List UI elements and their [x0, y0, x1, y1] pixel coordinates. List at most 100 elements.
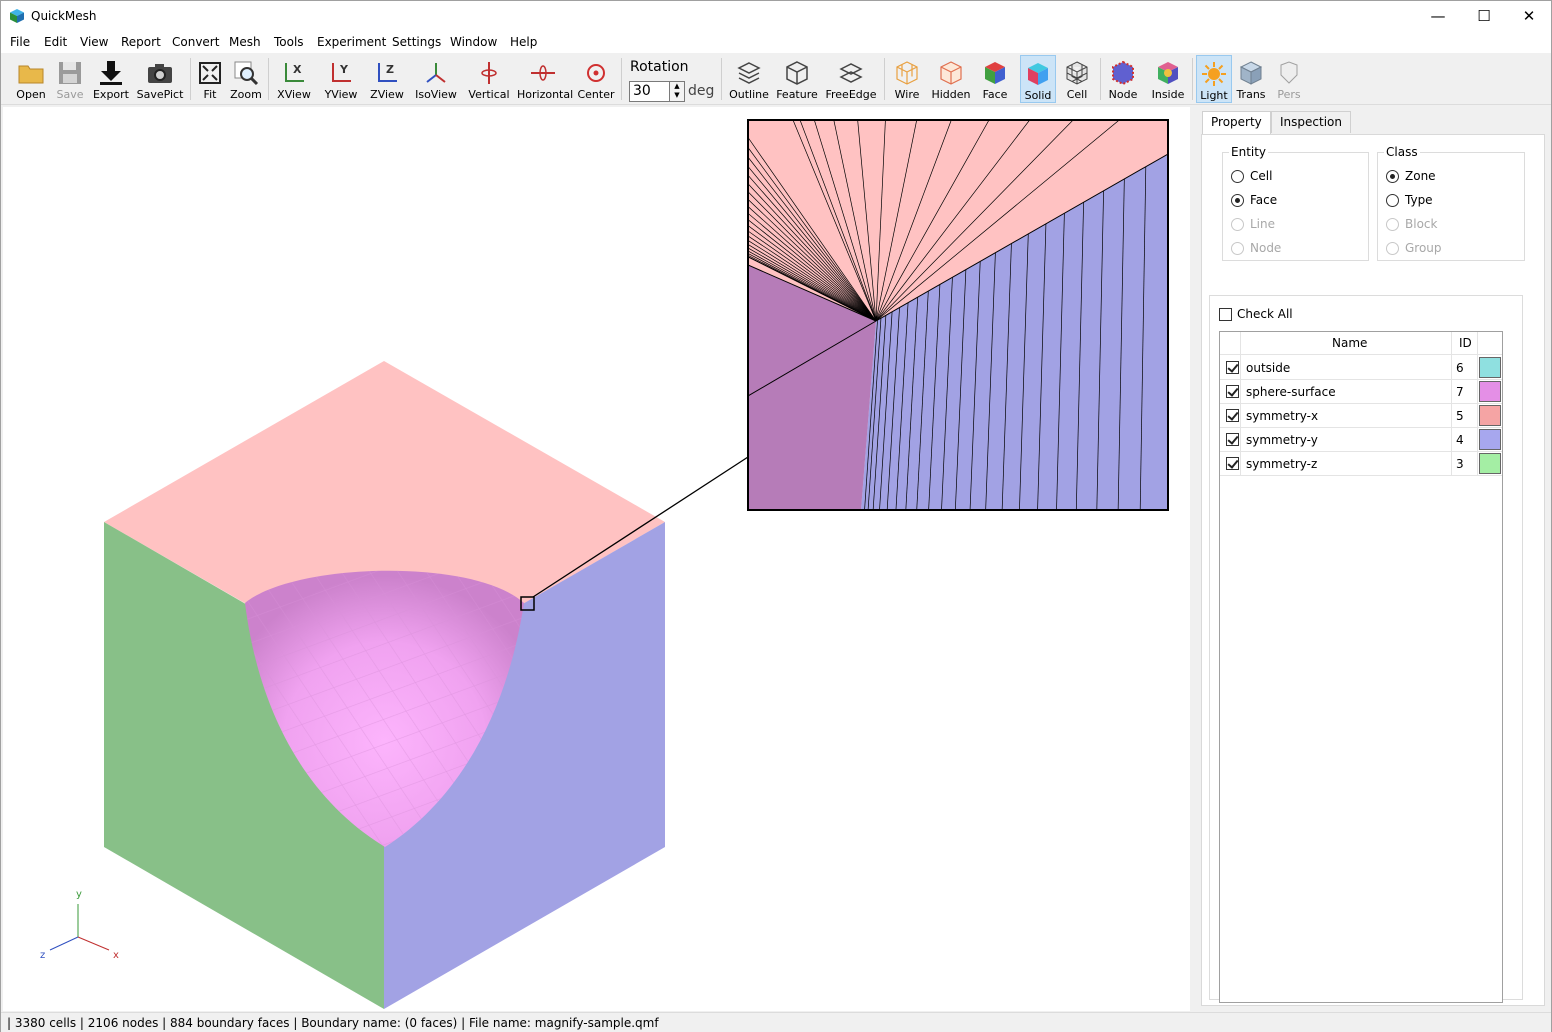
zoom-inset [748, 120, 1168, 510]
horizontal-rotate-button[interactable]: Horizontal [517, 55, 573, 103]
menu-experiment[interactable]: Experiment [317, 35, 386, 49]
entity-group: Entity Cell Face Line Node [1222, 145, 1369, 261]
toolbar: Open Save Export SavePict Fit Zoom X XVi… [1, 53, 1551, 105]
menu-convert[interactable]: Convert [172, 35, 219, 49]
zoom-button[interactable]: Zoom [229, 55, 263, 103]
horizontal-rotation-icon [531, 65, 555, 81]
cell-button[interactable]: Cell [1061, 55, 1093, 103]
fit-expand-icon [199, 62, 221, 84]
zview-button[interactable]: Z ZView [367, 55, 407, 103]
menu-file[interactable]: File [10, 35, 30, 49]
table-row[interactable]: symmetry-z 3 [1220, 452, 1502, 476]
inside-button[interactable]: Inside [1149, 55, 1187, 103]
row-checkbox[interactable] [1226, 385, 1239, 398]
app-window: QuickMesh — ☐ ✕ File Edit View Report Co… [0, 0, 1552, 1032]
face-cube-icon [985, 62, 1005, 84]
savepict-button[interactable]: SavePict [135, 55, 185, 103]
xview-button[interactable]: X XView [275, 55, 313, 103]
vertical-rotation-icon [481, 62, 497, 84]
radio-circle [1386, 194, 1399, 207]
radio-circle [1231, 242, 1244, 255]
target-center-icon [587, 64, 605, 82]
checkbox [1219, 308, 1232, 321]
zone-list-box: Check All Name ID outside 6 sphere-surfa… [1209, 295, 1523, 1003]
menu-edit[interactable]: Edit [44, 35, 67, 49]
outline-button[interactable]: Outline [728, 55, 770, 103]
trans-button[interactable]: Trans [1234, 55, 1268, 103]
table-row[interactable]: outside 6 [1220, 356, 1502, 380]
table-row[interactable]: symmetry-y 4 [1220, 428, 1502, 452]
vertical-rotate-button[interactable]: Vertical [467, 55, 511, 103]
floppy-disk-icon [59, 62, 81, 84]
rotation-label: Rotation [630, 59, 689, 75]
center-button[interactable]: Center [576, 55, 616, 103]
row-checkbox[interactable] [1226, 409, 1239, 422]
radio-circle-selected [1386, 170, 1399, 183]
wire-button[interactable]: Wire [889, 55, 925, 103]
3d-viewport[interactable]: y x z [3, 107, 1190, 1011]
export-button[interactable]: Export [91, 55, 131, 103]
face-button[interactable]: Face [977, 55, 1013, 103]
color-swatch[interactable] [1479, 357, 1501, 378]
color-swatch[interactable] [1479, 429, 1501, 450]
wireframe-cube-icon [896, 61, 918, 85]
menu-mesh[interactable]: Mesh [229, 35, 261, 49]
rotation-spinner[interactable]: ▲ ▼ [669, 81, 685, 102]
row-checkbox[interactable] [1226, 361, 1239, 374]
feature-button[interactable]: Feature [775, 55, 819, 103]
hidden-button[interactable]: Hidden [931, 55, 971, 103]
close-button[interactable]: ✕ [1506, 1, 1552, 31]
node-cube-icon [1112, 60, 1134, 86]
pers-button[interactable]: Pers [1272, 55, 1306, 103]
check-all-checkbox[interactable]: Check All [1219, 307, 1319, 323]
x-axis-label: x [113, 950, 119, 961]
solid-button[interactable]: Solid [1020, 55, 1056, 103]
tab-property[interactable]: Property [1202, 111, 1271, 135]
svg-text:Z: Z [386, 63, 394, 76]
table-row[interactable]: symmetry-x 5 [1220, 404, 1502, 428]
color-swatch[interactable] [1479, 453, 1501, 474]
menu-window[interactable]: Window [450, 35, 497, 49]
mesh-render: y x z [40, 119, 1169, 1009]
isoview-button[interactable]: IsoView [413, 55, 459, 103]
class-group: Class Zone Type Block Group [1377, 145, 1525, 261]
inside-cube-icon [1158, 62, 1178, 84]
color-swatch[interactable] [1479, 405, 1501, 426]
class-group-title: Class [1384, 145, 1420, 159]
row-checkbox[interactable] [1226, 457, 1239, 470]
menu-view[interactable]: View [80, 35, 108, 49]
maximize-button[interactable]: ☐ [1461, 1, 1507, 31]
row-checkbox[interactable] [1226, 433, 1239, 446]
svg-text:Y: Y [339, 63, 349, 76]
column-header-id: ID [1459, 336, 1472, 350]
save-button[interactable]: Save [51, 55, 89, 103]
camera-icon [148, 64, 172, 83]
minimize-button[interactable]: — [1415, 1, 1461, 31]
isometric-axes-icon [426, 63, 446, 83]
menu-tools[interactable]: Tools [274, 35, 304, 49]
freeedge-button[interactable]: FreeEdge [825, 55, 877, 103]
table-row[interactable]: sphere-surface 7 [1220, 380, 1502, 404]
radio-circle [1386, 218, 1399, 231]
z-axis-label: z [40, 950, 45, 961]
open-button[interactable]: Open [11, 55, 51, 103]
toolbar-separator [268, 58, 269, 100]
radio-circle [1231, 170, 1244, 183]
fit-button[interactable]: Fit [195, 55, 225, 103]
z-axis-view-icon: Z [378, 63, 397, 82]
entity-group-title: Entity [1229, 145, 1269, 159]
color-swatch[interactable] [1479, 381, 1501, 402]
outline-layers-icon [737, 62, 761, 84]
menu-bar: File Edit View Report Convert Mesh Tools… [1, 31, 1551, 53]
light-button[interactable]: Light [1196, 55, 1232, 103]
hidden-line-cube-icon [940, 61, 962, 85]
status-text: | 3380 cells | 2106 nodes | 884 boundary… [7, 1016, 659, 1030]
menu-help[interactable]: Help [510, 35, 537, 49]
menu-report[interactable]: Report [121, 35, 161, 49]
cell-mesh-icon [1066, 61, 1088, 85]
yview-button[interactable]: Y YView [321, 55, 361, 103]
node-button[interactable]: Node [1105, 55, 1141, 103]
tab-inspection[interactable]: Inspection [1271, 111, 1351, 133]
menu-settings[interactable]: Settings [392, 35, 441, 49]
transparent-cube-icon [1239, 61, 1263, 85]
